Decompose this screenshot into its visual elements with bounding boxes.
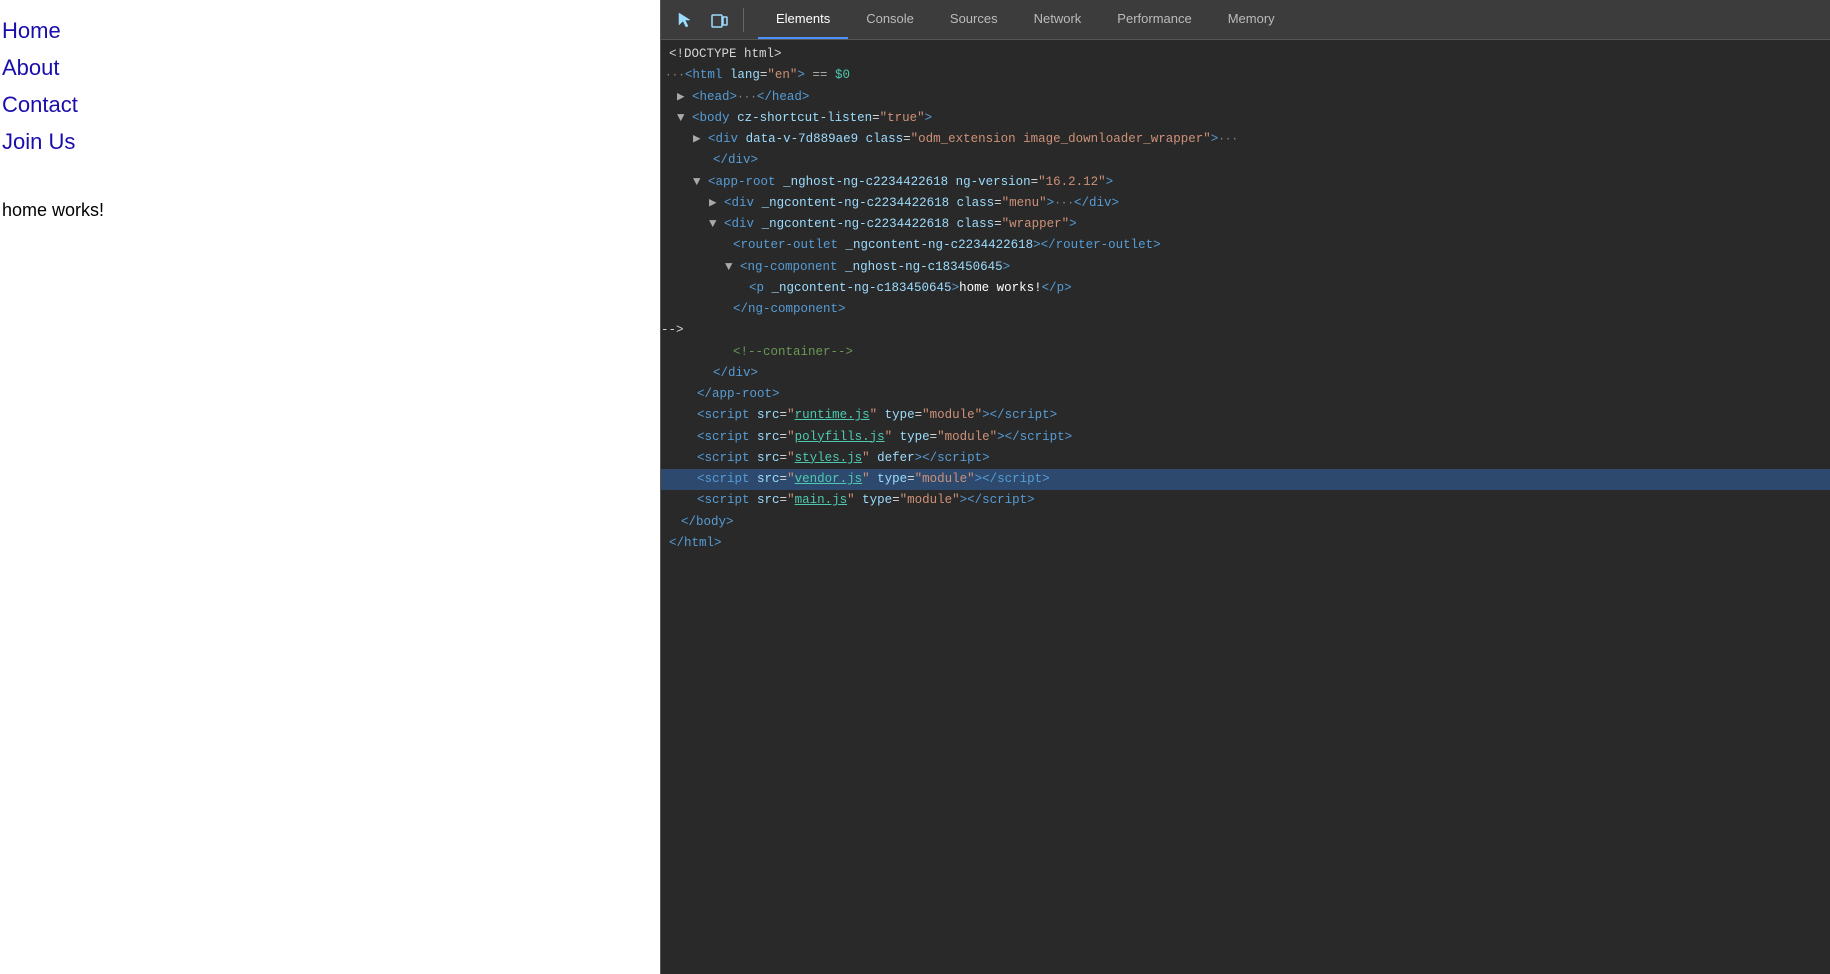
p-home-works-line[interactable]: <p _ngcontent-ng-c183450645>home works!<… [661, 278, 1830, 299]
html-root-line[interactable]: ···<html lang="en"> == $0 [661, 65, 1830, 86]
webpage-content: home works! [0, 200, 660, 221]
ng-component-close-line: </ng-component> [661, 299, 1830, 320]
script-polyfills-line[interactable]: <script src="polyfills.js" type="module"… [661, 427, 1830, 448]
html-close-line: </html> [661, 533, 1830, 554]
nav-about[interactable]: About [2, 49, 660, 86]
tab-console[interactable]: Console [848, 0, 932, 39]
cursor-icon[interactable] [671, 6, 699, 34]
ng-component-open-line[interactable]: ▼ <ng-component _nghost-ng-c183450645> [661, 257, 1830, 278]
nav-join-us[interactable]: Join Us [2, 123, 660, 160]
tab-sources[interactable]: Sources [932, 0, 1016, 39]
script-vendor-line[interactable]: <script src="vendor.js" type="module"></… [661, 469, 1830, 490]
devtools-tabs: Elements Console Sources Network Perform… [758, 0, 1293, 39]
toolbar-icons [661, 6, 758, 34]
body-open-line[interactable]: ▼ <body cz-shortcut-listen="true"> [661, 108, 1830, 129]
script-runtime-line[interactable]: <script src="runtime.js" type="module"><… [661, 405, 1830, 426]
tab-memory[interactable]: Memory [1210, 0, 1293, 39]
app-root-line[interactable]: ▼ <app-root _nghost-ng-c2234422618 ng-ve… [661, 172, 1830, 193]
nav-contact[interactable]: Contact [2, 86, 660, 123]
tab-performance[interactable]: Performance [1099, 0, 1209, 39]
script-main-line[interactable]: <script src="main.js" type="module"></sc… [661, 490, 1830, 511]
toolbar-divider [743, 8, 744, 32]
div-menu-line[interactable]: ▶ <div _ngcontent-ng-c2234422618 class="… [661, 193, 1830, 214]
devtools-pane: Elements Console Sources Network Perform… [660, 0, 1830, 974]
router-outlet-line[interactable]: <router-outlet _ngcontent-ng-c2234422618… [661, 235, 1830, 256]
body-close-line: </body> [661, 512, 1830, 533]
device-toggle-icon[interactable] [705, 6, 733, 34]
home-works-text: home works! [2, 200, 104, 220]
comment-container-line: <!--container--> [661, 342, 1830, 363]
webpage-nav: Home About Contact Join Us [0, 8, 660, 160]
head-line[interactable]: ▶ <head>···</head> [661, 87, 1830, 108]
nav-home[interactable]: Home [2, 12, 660, 49]
devtools-toolbar: Elements Console Sources Network Perform… [661, 0, 1830, 40]
tab-elements[interactable]: Elements [758, 0, 848, 39]
tab-network[interactable]: Network [1016, 0, 1100, 39]
div-odm-line[interactable]: ▶ <div data-v-7d889ae9 class="odm_extens… [661, 129, 1830, 150]
script-styles-line[interactable]: <script src="styles.js" defer></script> [661, 448, 1830, 469]
app-root-close-line: </app-root> [661, 384, 1830, 405]
div-odm-close-line: </div> [661, 150, 1830, 171]
doctype-line: <!DOCTYPE html> [661, 44, 1830, 65]
webpage-pane: Home About Contact Join Us home works! [0, 0, 660, 974]
div-wrapper-open-line[interactable]: ▼ <div _ngcontent-ng-c2234422618 class="… [661, 214, 1830, 235]
div-wrapper-close-line: </div> [661, 363, 1830, 384]
devtools-elements-content[interactable]: <!DOCTYPE html> ···<html lang="en"> == $… [661, 40, 1830, 974]
